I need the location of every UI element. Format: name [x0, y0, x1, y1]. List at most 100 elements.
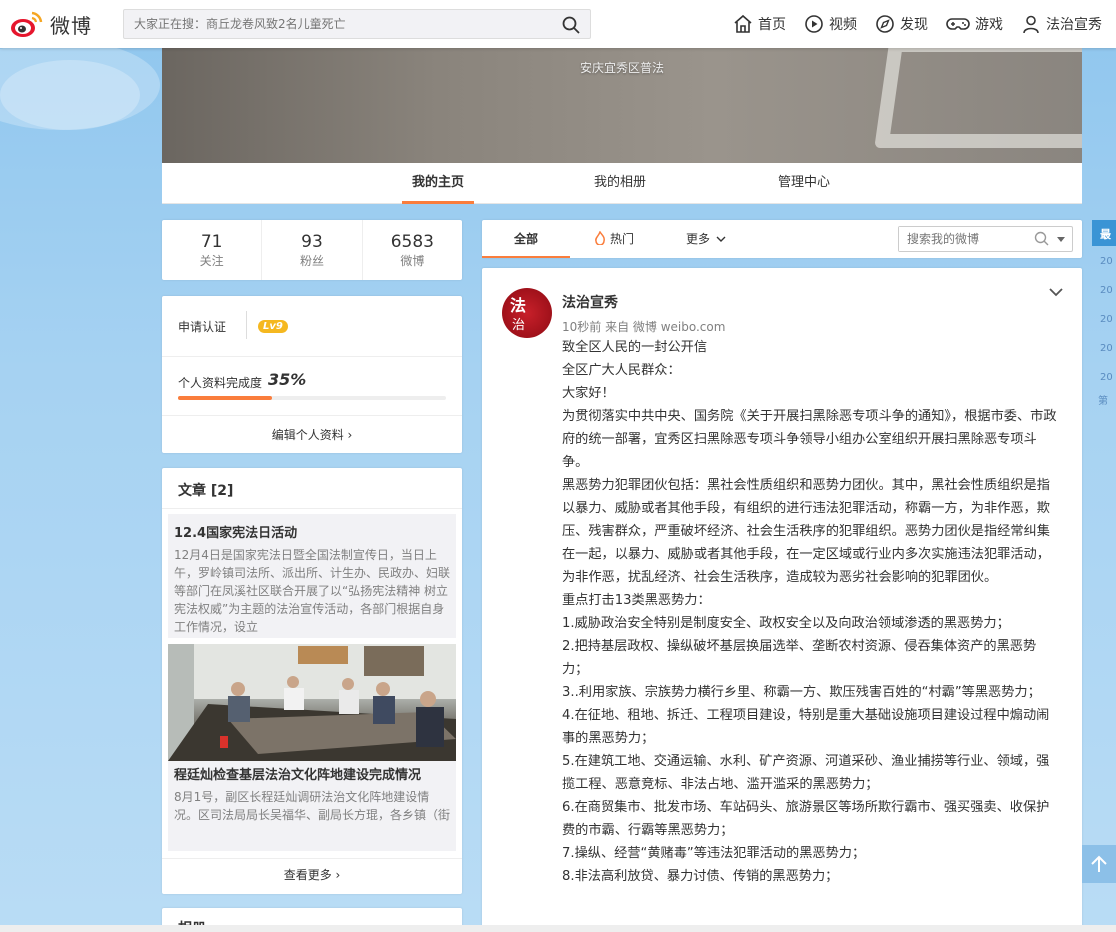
timeline-year-sidebar: 最 20 20 20 20 20 第	[1092, 220, 1116, 410]
timeline-year[interactable]: 20	[1100, 285, 1113, 296]
nav-home[interactable]: 首页	[733, 14, 786, 34]
post-line: 5.在建筑工地、交通运输、水利、矿产资源、河道采砂、渔业捕捞等行业、领域，强揽工…	[562, 754, 1050, 792]
tab-manage-center[interactable]: 管理中心	[778, 163, 830, 204]
article-item[interactable]: 程廷灿检查基层法治文化阵地建设完成情况 8月1号，副区长程廷灿调研法治文化阵地建…	[168, 761, 456, 851]
post-line: 1.威胁政治安全特别是制度安全、政权安全以及向政治领域渗透的黑恶势力；	[562, 616, 1010, 631]
stat-following[interactable]: 71 关注	[162, 220, 263, 280]
articles-card: 文章 [2] 12.4国家宪法日活动 12月4日是国家宪法日暨全国法制宣传日，当…	[162, 468, 462, 894]
top-navigation-bar: 微博 首页 视频 发现	[0, 0, 1116, 48]
post-line: 3..利用家族、宗族势力横行乡里、称霸一方、欺压残害百姓的“村霸”等黑恶势力；	[562, 685, 1041, 700]
article-cover-image[interactable]	[168, 644, 456, 761]
view-more-articles-link[interactable]: 查看更多 ›	[162, 866, 462, 883]
global-search-box	[123, 9, 591, 39]
post-author-name[interactable]: 法治宣秀	[562, 292, 618, 312]
search-icon[interactable]	[562, 16, 580, 34]
weibo-logo[interactable]: 微博	[10, 8, 94, 40]
stat-posts[interactable]: 6583 微博	[363, 220, 462, 280]
back-to-top-button[interactable]	[1082, 845, 1116, 883]
edit-profile-link[interactable]: 编辑个人资料 ›	[162, 426, 462, 443]
nav-games[interactable]: 游戏	[946, 14, 1003, 34]
timeline-year[interactable]: 20	[1100, 256, 1113, 267]
post-body: 致全区人民的一封公开信 全区广大人民群众： 大家好！ 为贯彻落实中共中央、国务院…	[562, 336, 1062, 888]
profile-completion-fill	[178, 396, 272, 400]
my-posts-search-box	[898, 226, 1073, 252]
logo-text: 微博	[50, 13, 92, 38]
divider	[162, 508, 462, 509]
caret-down-icon[interactable]	[1056, 236, 1066, 244]
timeline-year[interactable]: 20	[1100, 343, 1113, 354]
hot-tab-label: 热门	[610, 232, 635, 246]
cover-decoration	[874, 48, 1082, 148]
post-meta: 10秒前 来自 微博 weibo.com	[562, 320, 726, 334]
article-title: 12.4国家宪法日活动	[174, 526, 298, 541]
chevron-down-icon[interactable]	[1048, 286, 1064, 298]
profile-completion-bar	[178, 396, 446, 400]
profile-subtitle: 安庆宜秀区普法	[580, 61, 665, 75]
main-nav: 首页 视频 发现 游戏 法治宣秀	[733, 0, 1116, 48]
articles-title: 文章 [2]	[178, 483, 234, 499]
timeline-year[interactable]: 20	[1100, 314, 1113, 325]
bottom-status-strip	[0, 925, 1116, 932]
home-icon	[734, 14, 752, 33]
timeline-year[interactable]: 20	[1100, 372, 1113, 383]
global-search-input[interactable]	[124, 10, 544, 38]
fans-count: 93	[301, 232, 323, 252]
avatar[interactable]: 法 治	[502, 288, 552, 338]
tab-all-posts[interactable]: 全部	[482, 220, 570, 258]
stat-fans[interactable]: 93 粉丝	[262, 220, 363, 280]
post-line: 4.在征地、租地、拆迁、工程项目建设，特别是重大基础设施项目建设过程中煽动闹事的…	[562, 708, 1050, 746]
divider	[162, 415, 462, 416]
timeline-next[interactable]: 第	[1098, 392, 1108, 407]
post-line: 为贯彻落实中共中央、国务院《关于开展扫黑除恶专项斗争的通知》，根据市委、市政府的…	[562, 409, 1057, 470]
divider	[246, 311, 247, 339]
nav-user-profile[interactable]: 法治宣秀	[1021, 14, 1102, 34]
more-tab-label: 更多	[686, 232, 711, 246]
arrow-up-icon	[1091, 855, 1107, 872]
article-title: 程廷灿检查基层法治文化阵地建设完成情况	[174, 768, 422, 783]
post-line: 重点打击13类黑恶势力：	[562, 593, 711, 608]
posts-count: 6583	[390, 232, 434, 252]
tab-my-album[interactable]: 我的相册	[594, 163, 646, 204]
chevron-down-icon	[716, 236, 726, 242]
tab-hot-posts[interactable]: 热门	[594, 220, 634, 258]
post-line: 8.非法高利放贷、暴力讨债、传销的黑恶势力；	[562, 869, 839, 884]
divider	[162, 858, 462, 859]
stats-card: 71 关注 93 粉丝 6583 微博	[162, 220, 462, 280]
tab-my-home[interactable]: 我的主页	[402, 163, 474, 204]
divider	[162, 356, 462, 357]
apply-verification-link[interactable]: 申请认证	[178, 318, 226, 335]
user-icon	[1023, 15, 1039, 34]
fans-label: 粉丝	[299, 254, 324, 268]
article-excerpt: 12月4日是国家宪法日暨全国法制宣传日，当日上午，罗岭镇司法所、派出所、计生办、…	[174, 548, 451, 634]
nav-discover[interactable]: 发现	[875, 14, 928, 34]
post-line: 致全区人民的一封公开信	[562, 340, 708, 355]
posts-label: 微博	[400, 254, 425, 268]
weibo-post: 法 治 法治宣秀 10秒前 来自 微博 weibo.com 致全区人民的一封公开…	[482, 268, 1082, 932]
level-badge[interactable]: Lv9	[258, 320, 288, 333]
following-count: 71	[200, 232, 223, 252]
article-excerpt: 8月1号，副区长程廷灿调研法治文化阵地建设情况。区司法局局长吴福华、副局长方琨，…	[174, 790, 450, 822]
profile-completion-value: 35%	[268, 370, 307, 389]
tab-more[interactable]: 更多	[686, 220, 726, 258]
profile-tabs: 我的主页 我的相册 管理中心	[162, 163, 1082, 204]
nav-games-label: 游戏	[975, 17, 1003, 33]
article-item[interactable]: 12.4国家宪法日活动 12月4日是国家宪法日暨全国法制宣传日，当日上午，罗岭镇…	[168, 514, 456, 638]
video-icon	[805, 15, 823, 33]
nav-video[interactable]: 视频	[804, 14, 857, 34]
search-icon[interactable]	[1034, 231, 1050, 247]
post-line: 6.在商贸集市、批发市场、车站码头、旅游景区等场所欺行霸市、强买强卖、收保护费的…	[562, 800, 1050, 838]
avatar-text: 法	[510, 296, 527, 315]
avatar-text: 治	[512, 318, 526, 333]
feed-filter-bar: 全部 热门 更多	[482, 220, 1082, 258]
my-posts-search-input[interactable]	[899, 227, 1029, 251]
compass-icon	[876, 15, 894, 33]
background-cloud	[0, 60, 140, 130]
profile-completion-label: 个人资料完成度	[178, 376, 263, 390]
profile-cover: 安庆宜秀区普法	[162, 48, 1082, 163]
profile-info-card: 申请认证 Lv9 个人资料完成度 35% 编辑个人资料 ›	[162, 296, 462, 453]
nav-home-label: 首页	[758, 17, 786, 33]
timeline-label: 最	[1092, 220, 1116, 246]
post-line: 大家好！	[562, 386, 615, 401]
gamepad-icon	[946, 18, 970, 30]
nav-user-label: 法治宣秀	[1046, 17, 1102, 33]
